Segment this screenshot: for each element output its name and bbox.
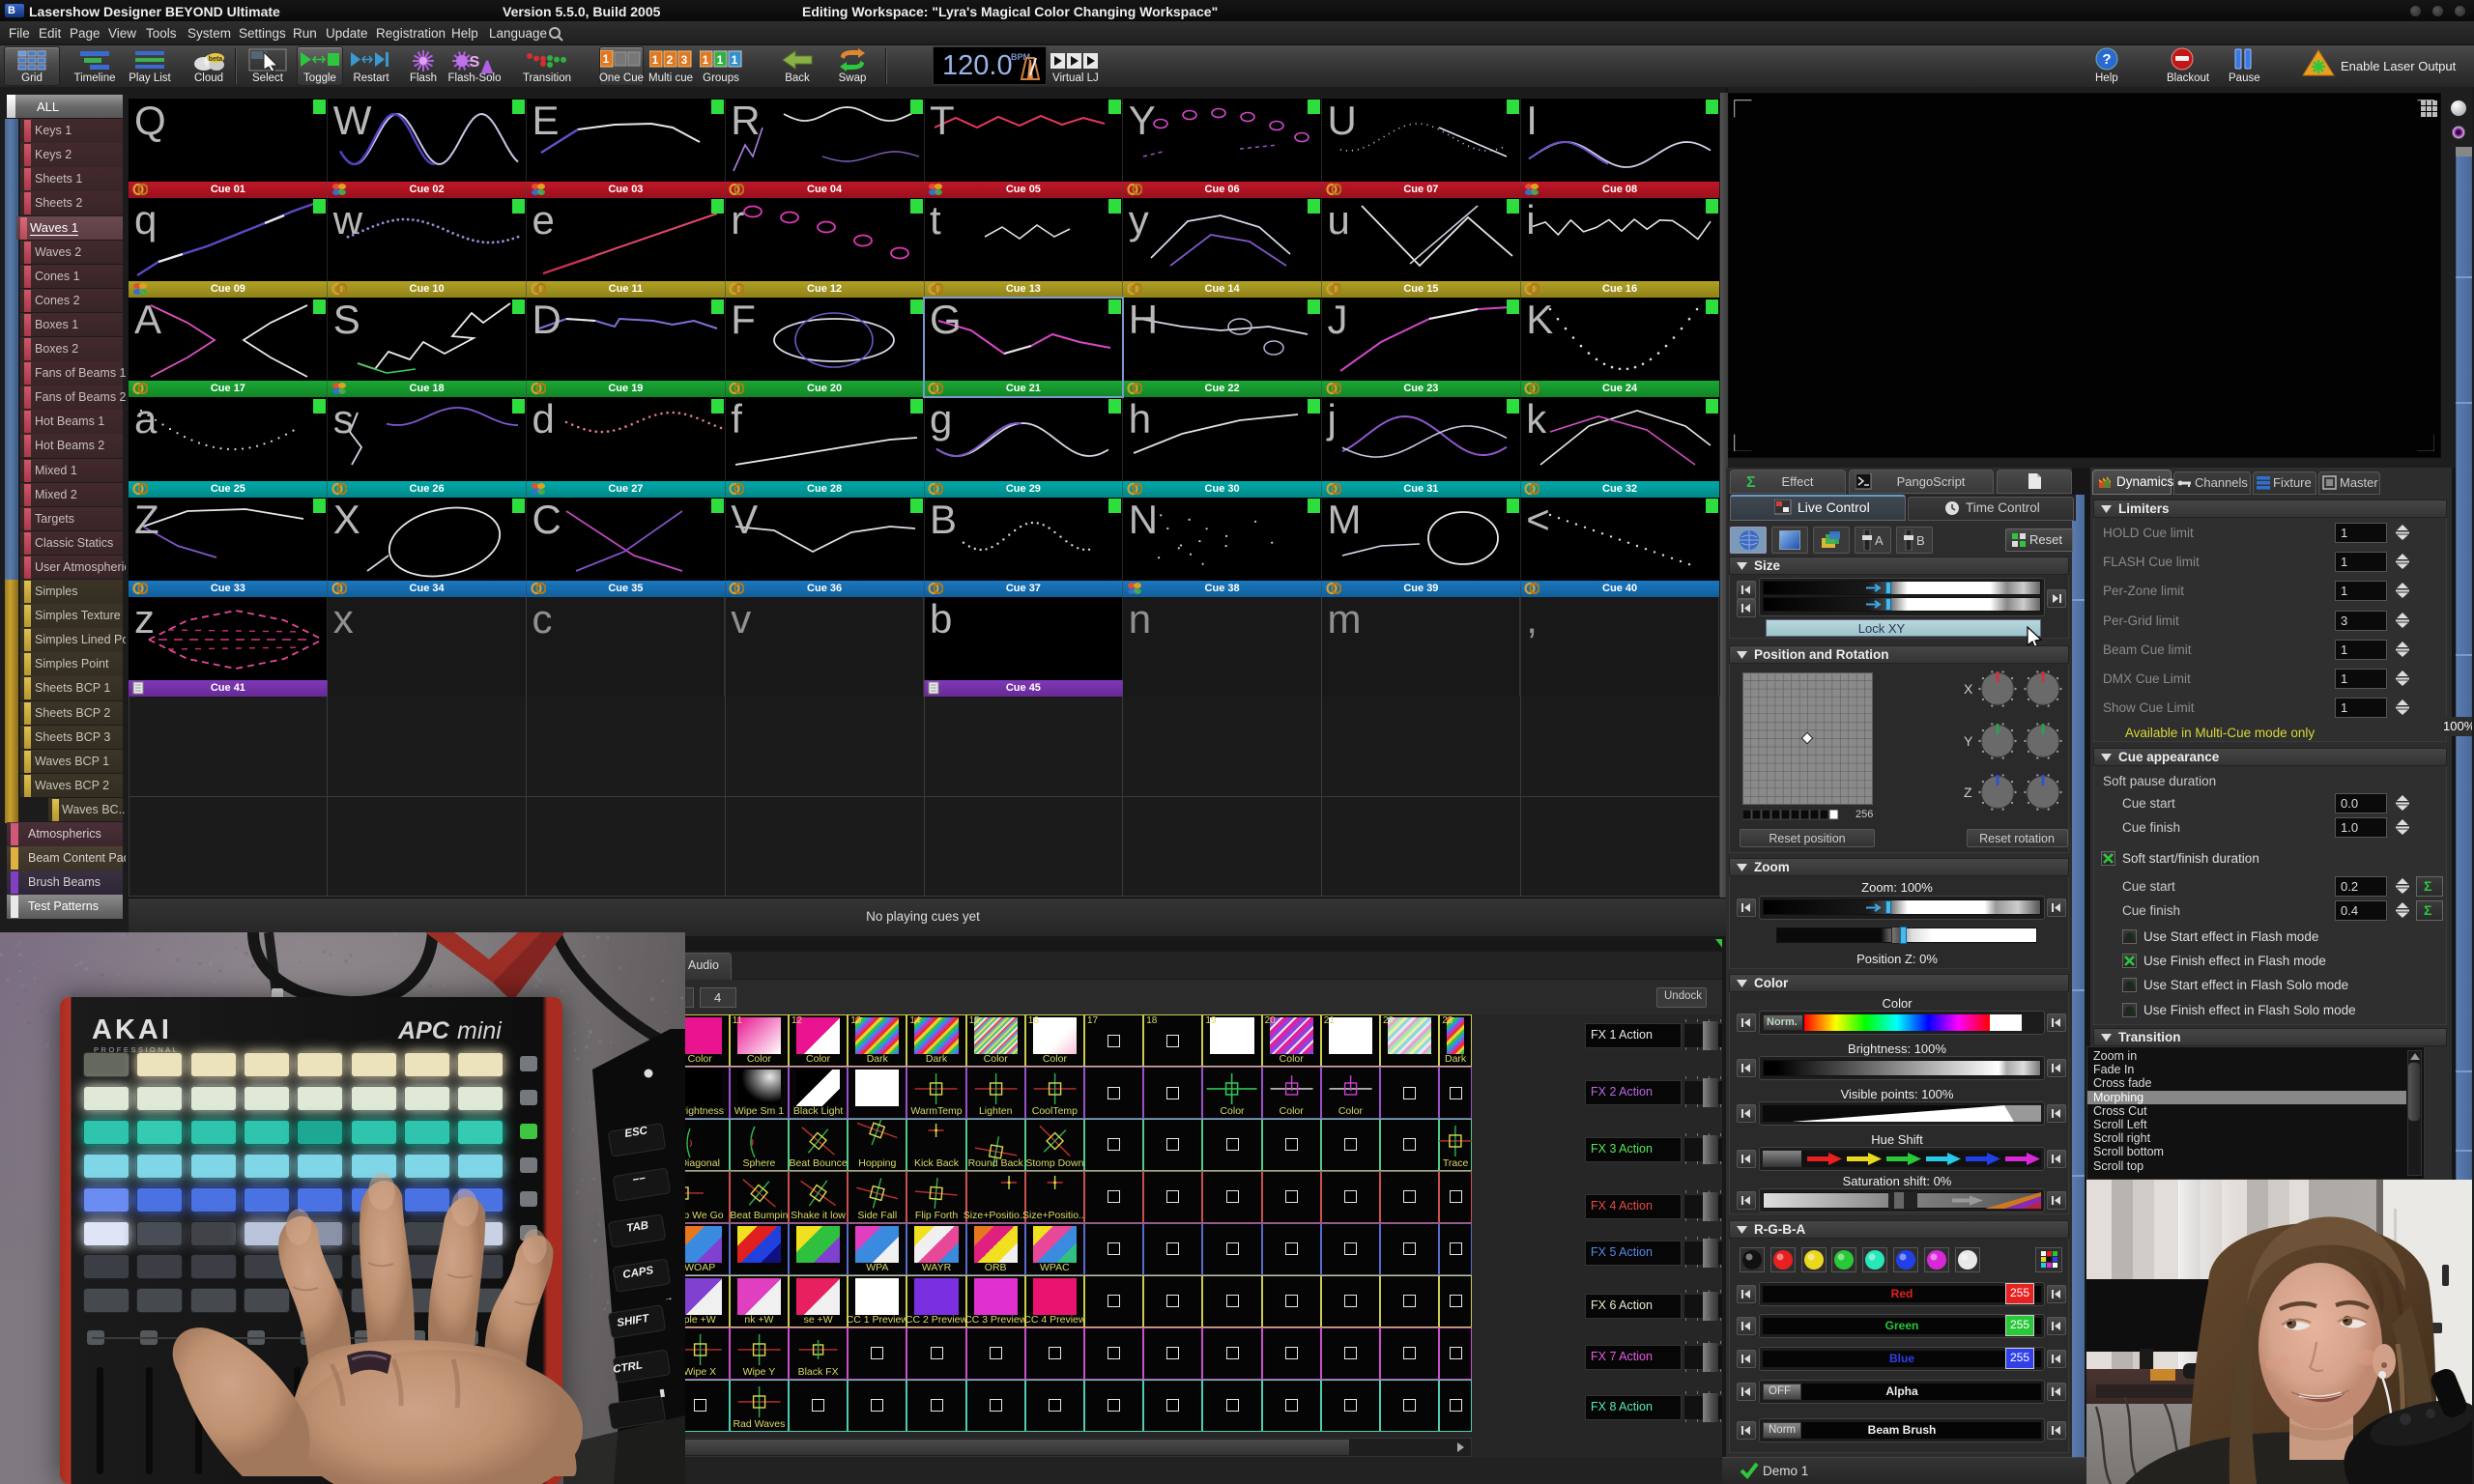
svg-text:?: ? <box>2102 51 2111 68</box>
svg-text:1: 1 <box>703 53 709 67</box>
svg-text:1: 1 <box>652 53 659 67</box>
svg-text:1: 1 <box>717 53 724 67</box>
svg-text:beta: beta <box>209 56 223 63</box>
svg-text:Σ: Σ <box>1746 474 1756 490</box>
svg-text:3: 3 <box>681 53 688 67</box>
svg-text:2: 2 <box>667 53 674 67</box>
svg-text:S: S <box>470 54 480 71</box>
svg-text:1: 1 <box>603 52 610 66</box>
svg-text:1: 1 <box>732 53 738 67</box>
